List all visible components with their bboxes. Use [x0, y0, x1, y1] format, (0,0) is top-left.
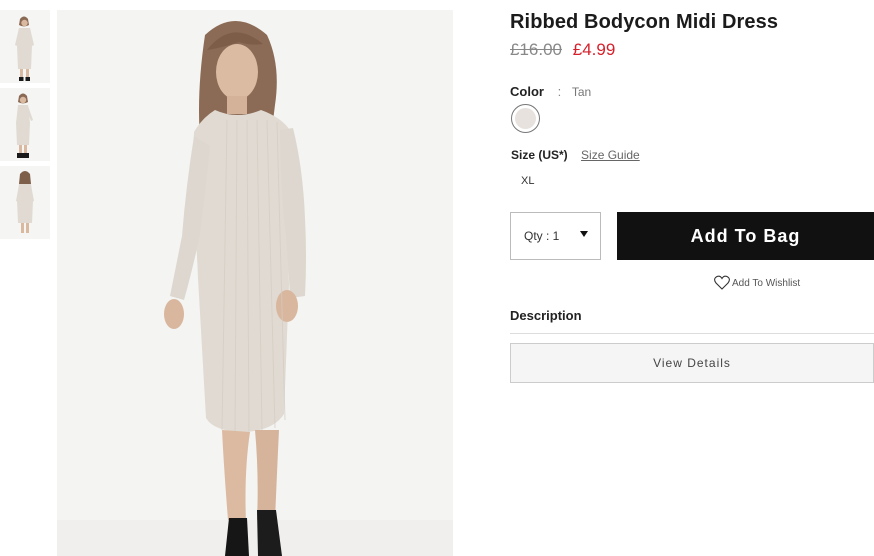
thumbnail-front[interactable] — [0, 10, 50, 83]
add-to-bag-button[interactable]: Add To Bag — [617, 212, 874, 260]
product-title: Ribbed Bodycon Midi Dress — [510, 11, 779, 33]
view-details-button[interactable]: View Details — [510, 343, 874, 383]
color-value: Tan — [571, 85, 592, 99]
heart-icon — [714, 275, 730, 290]
description-heading: Description — [510, 308, 582, 323]
color-swatch-tan[interactable] — [511, 104, 540, 133]
dress-model-image — [57, 10, 453, 556]
wishlist-label: Add To Wishlist — [732, 278, 801, 289]
size-row: Size (US*) Size Guide — [511, 148, 640, 162]
add-to-wishlist-link[interactable]: Add To Wishlist — [714, 275, 800, 290]
main-product-image[interactable] — [57, 10, 453, 556]
caret-down-icon — [580, 231, 588, 237]
size-label: Size (US*) — [511, 148, 568, 162]
quantity-select[interactable]: Qty : 1 — [510, 212, 601, 260]
color-label: Color — [510, 84, 544, 99]
original-price: £16.00 — [510, 40, 562, 59]
size-option-xl[interactable]: XL — [521, 175, 534, 187]
thumbnail-back[interactable] — [0, 166, 50, 239]
dress-front-thumbnail-icon — [0, 10, 50, 83]
divider — [510, 333, 874, 334]
color-separator: : — [557, 84, 562, 99]
sale-price: £4.99 — [572, 40, 616, 59]
dress-side-thumbnail-icon — [0, 88, 50, 161]
thumbnail-strip — [0, 10, 50, 244]
price-block: £16.00 £4.99 — [510, 40, 615, 60]
color-swatch-fill — [515, 108, 536, 129]
quantity-value: Qty : 1 — [524, 229, 560, 243]
thumbnail-side[interactable] — [0, 88, 50, 161]
dress-back-thumbnail-icon — [0, 166, 50, 239]
color-row: Color : Tan — [510, 84, 591, 99]
size-guide-link[interactable]: Size Guide — [581, 148, 640, 162]
